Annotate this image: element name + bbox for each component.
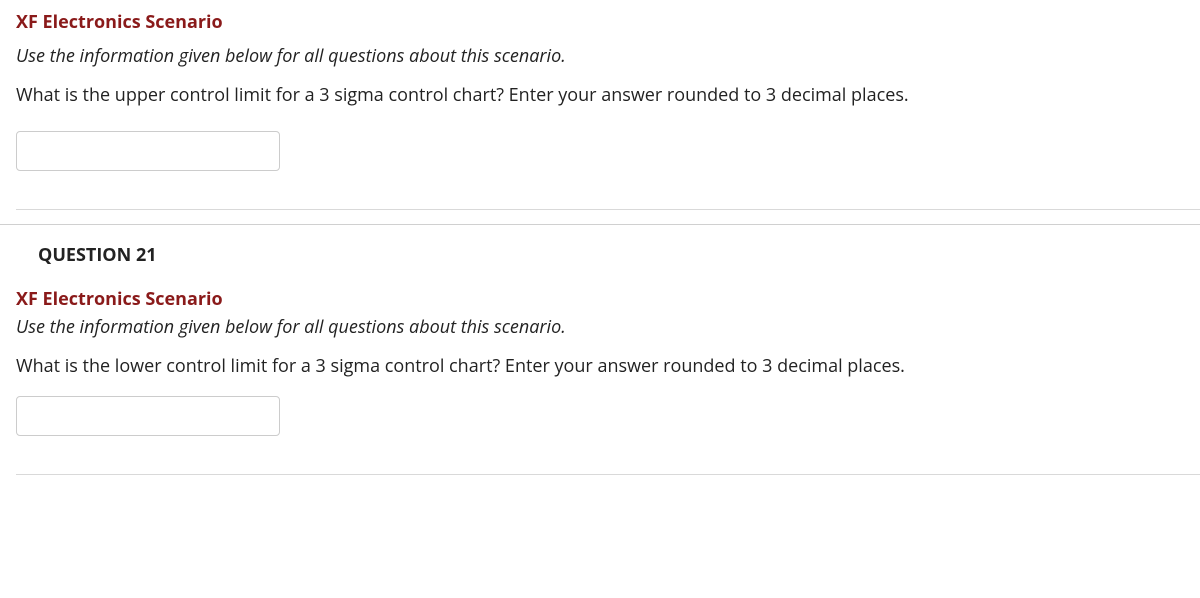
question-20-block: XF Electronics Scenario Use the informat…	[0, 0, 1200, 189]
question-text: What is the lower control limit for a 3 …	[16, 353, 1184, 380]
scenario-instruction: Use the information given below for all …	[16, 44, 1184, 68]
question-21-header: QUESTION 21	[0, 225, 1200, 281]
divider	[16, 209, 1200, 210]
answer-input[interactable]	[16, 396, 280, 436]
divider	[16, 474, 1200, 475]
scenario-title: XF Electronics Scenario	[16, 10, 1184, 34]
scenario-instruction: Use the information given below for all …	[16, 315, 1184, 339]
question-text: What is the upper control limit for a 3 …	[16, 82, 1184, 109]
answer-input[interactable]	[16, 131, 280, 171]
scenario-title: XF Electronics Scenario	[16, 287, 1184, 311]
question-21-block: XF Electronics Scenario Use the informat…	[0, 281, 1200, 452]
